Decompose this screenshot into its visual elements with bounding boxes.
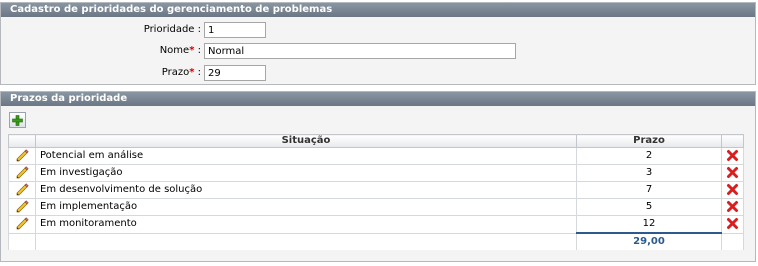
nome-label-wrap: Nome* : — [1, 43, 201, 59]
edit-cell[interactable] — [8, 215, 36, 234]
delete-icon[interactable] — [726, 149, 739, 162]
prazo-total: 29,00 — [576, 232, 722, 250]
pencil-icon[interactable] — [16, 217, 29, 230]
prazo-label-wrap: Prazo* : — [1, 65, 201, 81]
pencil-icon[interactable] — [16, 165, 29, 179]
table-row: Em monitoramento 12 — [8, 215, 744, 234]
delete-cell[interactable] — [721, 164, 744, 182]
table-header-row: Situação Prazo — [8, 134, 744, 148]
plus-icon — [12, 114, 23, 126]
required-asterisk: * — [189, 45, 195, 56]
table-row: Em desenvolvimento de solução 7 — [8, 181, 744, 199]
prazo-cell: 12 — [576, 215, 722, 234]
nome-input[interactable] — [204, 43, 516, 59]
delete-cell[interactable] — [721, 198, 744, 216]
prioridade-input[interactable] — [204, 22, 266, 38]
delete-cell[interactable] — [721, 181, 744, 199]
pencil-icon[interactable] — [16, 199, 29, 213]
deadlines-title: Prazos da prioridade — [1, 92, 755, 106]
prazo-cell: 2 — [576, 147, 722, 165]
deadlines-panel: Prazos da prioridade Situação Prazo Pote… — [0, 91, 756, 262]
situacao-cell: Em implementação — [35, 198, 577, 216]
total-row: 29,00 — [8, 232, 744, 250]
edit-cell[interactable] — [8, 147, 36, 165]
nome-label: Nome — [159, 45, 190, 56]
pencil-icon[interactable] — [16, 182, 29, 196]
total-spacer — [721, 232, 744, 250]
pencil-icon[interactable] — [16, 148, 29, 162]
delete-cell[interactable] — [721, 147, 744, 165]
situacao-cell: Em desenvolvimento de solução — [35, 181, 577, 199]
edit-cell[interactable] — [8, 181, 36, 199]
delete-cell[interactable] — [721, 215, 744, 234]
table-row: Em investigação 3 — [8, 164, 744, 182]
prazo-cell: 7 — [576, 181, 722, 199]
delete-icon[interactable] — [726, 183, 739, 196]
colon: : — [197, 45, 201, 56]
table-row: Em implementação 5 — [8, 198, 744, 216]
table-row: Potencial em análise 2 — [8, 147, 744, 165]
situacao-cell: Potencial em análise — [35, 147, 577, 165]
prazo-input[interactable] — [204, 65, 266, 81]
priority-form-title: Cadastro de prioridades do gerenciamento… — [1, 3, 755, 17]
situacao-cell: Em monitoramento — [35, 215, 577, 234]
required-asterisk: * — [189, 67, 195, 78]
header-delete-col — [721, 134, 744, 148]
delete-icon[interactable] — [726, 200, 739, 213]
total-spacer — [8, 232, 36, 250]
edit-cell[interactable] — [8, 198, 36, 216]
situacao-cell: Em investigação — [35, 164, 577, 182]
deadlines-table: Situação Prazo Potencial em análise 2 Em… — [8, 134, 744, 250]
add-button[interactable] — [9, 112, 26, 128]
delete-icon[interactable] — [726, 217, 739, 230]
colon: : — [197, 67, 201, 78]
edit-cell[interactable] — [8, 164, 36, 182]
header-situacao[interactable]: Situação — [35, 134, 577, 148]
prazo-label: Prazo — [161, 67, 190, 78]
delete-icon[interactable] — [726, 166, 739, 179]
header-edit-col — [8, 134, 36, 148]
header-prazo[interactable]: Prazo — [576, 134, 722, 148]
prioridade-label: Prioridade : — [143, 24, 201, 35]
prazo-cell: 3 — [576, 164, 722, 182]
prazo-cell: 5 — [576, 198, 722, 216]
priority-form-panel: Cadastro de prioridades do gerenciamento… — [0, 2, 756, 85]
total-spacer — [35, 232, 577, 250]
